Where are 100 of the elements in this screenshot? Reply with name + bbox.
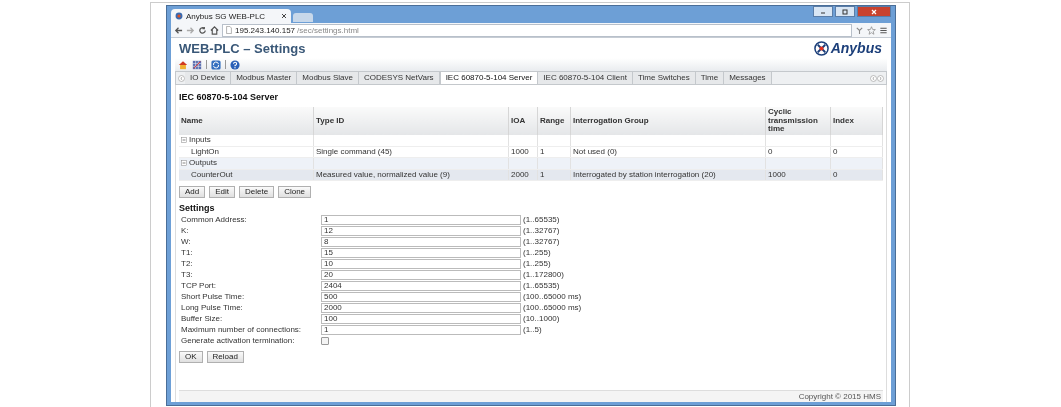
browser-tab[interactable]: Anybus SG WEB-PLC: [171, 9, 291, 23]
field-label: Short Pulse Time:: [180, 292, 246, 301]
grid-icon[interactable]: [192, 59, 202, 70]
copyright-text: Copyright © 2015 HMS: [798, 392, 881, 401]
field-label: TCP Port:: [180, 281, 217, 290]
tab[interactable]: IEC 60870-5-104 Server: [439, 72, 539, 84]
range-hint: (10..1000): [523, 314, 560, 323]
input-field[interactable]: 8: [321, 236, 521, 247]
toggle-icon[interactable]: [181, 159, 187, 166]
tab[interactable]: IO Device: [185, 72, 232, 84]
action-button[interactable]: Delete: [239, 185, 275, 198]
table-cell: 1000: [765, 169, 831, 180]
range-hint: (1..32767): [523, 237, 560, 246]
star-icon[interactable]: [867, 25, 876, 35]
input-field[interactable]: 12: [321, 225, 521, 236]
reload-icon[interactable]: [198, 25, 207, 35]
action-button[interactable]: Edit: [209, 185, 236, 198]
column-header: Type ID: [313, 107, 509, 135]
range-hint: (1..65535): [523, 215, 560, 224]
field-label: T3:: [180, 270, 194, 279]
close-button[interactable]: [857, 6, 891, 17]
table-cell: 2000: [508, 169, 538, 180]
extension-icon[interactable]: [855, 25, 864, 35]
back-icon[interactable]: [174, 25, 183, 35]
field-label: K:: [180, 226, 190, 235]
maximize-button[interactable]: [835, 6, 855, 17]
form-button[interactable]: Reload: [206, 350, 244, 363]
home-icon[interactable]: [178, 59, 188, 70]
table-cell: Single command (45): [313, 146, 509, 157]
range-hint: (1..5): [523, 325, 542, 334]
table-cell: Not used (0): [570, 146, 766, 157]
scroll-left-icon[interactable]: [870, 74, 877, 82]
tab[interactable]: Modbus Slave: [297, 72, 359, 84]
range-hint: (100..65000 ms): [523, 303, 582, 312]
table-cell[interactable]: LightOn: [179, 146, 314, 157]
table-cell: Measured value, normalized value (9): [313, 169, 509, 180]
table-cell: 0: [830, 146, 883, 157]
column-header: Cyclic transmission time: [765, 107, 831, 135]
minimize-button[interactable]: [813, 6, 833, 17]
table-cell[interactable]: Inputs: [179, 134, 314, 146]
table-cell: 1: [537, 169, 571, 180]
maximize-icon: [842, 8, 848, 15]
tab[interactable]: IEC 60870-5-104 Client: [538, 72, 633, 84]
tab[interactable]: Time: [695, 72, 725, 84]
table-cell[interactable]: CounterOut: [179, 169, 314, 180]
field-label: T1:: [180, 248, 194, 257]
input-field[interactable]: 2404: [321, 280, 521, 291]
logo-text: Anybus: [830, 40, 882, 56]
settings-title: Settings: [179, 202, 216, 213]
input-field[interactable]: 20: [321, 269, 521, 280]
input-field[interactable]: 10: [321, 258, 521, 269]
column-header: Index: [830, 107, 883, 135]
table-cell: Interrogated by station interrogation (20): [570, 169, 766, 180]
close-icon[interactable]: [281, 13, 287, 19]
section-title: IEC 60870-5-104 Server: [179, 92, 280, 102]
address-bar[interactable]: 195.243.140.157 /sec/settings.html: [222, 23, 852, 37]
input-field[interactable]: 100: [321, 313, 521, 324]
globe-icon: [175, 12, 183, 20]
field-label: Generate activation termination:: [180, 336, 296, 345]
range-hint: (1..172800): [523, 270, 564, 279]
table-cell: 0: [830, 169, 883, 180]
field-label: Buffer Size:: [180, 314, 224, 323]
page-title: WEB-PLC – Settings: [179, 40, 306, 56]
action-button[interactable]: Add: [179, 185, 206, 198]
checkbox[interactable]: [321, 336, 329, 345]
input-field[interactable]: 500: [321, 291, 521, 302]
column-header: IOA: [508, 107, 538, 135]
table-cell: 0: [765, 146, 831, 157]
form-button[interactable]: OK: [179, 350, 203, 363]
range-hint: (1..255): [523, 259, 551, 268]
table-cell: 1000: [508, 146, 538, 157]
input-field[interactable]: 2000: [321, 302, 521, 313]
field-label: T2:: [180, 259, 194, 268]
tab[interactable]: Time Switches: [632, 72, 696, 84]
menu-icon[interactable]: [879, 25, 888, 35]
scroll-right-icon[interactable]: [877, 74, 884, 82]
range-hint: (1..32767): [523, 226, 560, 235]
input-field[interactable]: 1: [321, 214, 521, 225]
toggle-icon[interactable]: [181, 136, 187, 143]
tab[interactable]: CODESYS NetVars: [358, 72, 440, 84]
home-icon[interactable]: [210, 25, 219, 35]
tab-title: Anybus SG WEB-PLC: [186, 11, 267, 21]
column-header: Interrogation Group: [570, 107, 766, 135]
input-field[interactable]: 15: [321, 247, 521, 258]
tab[interactable]: Modbus Master: [231, 72, 298, 84]
field-label: Maximum number of connections:: [180, 325, 303, 334]
refresh-icon[interactable]: [211, 59, 221, 70]
page-icon: [225, 26, 233, 34]
column-header: Name: [179, 107, 314, 135]
action-button[interactable]: Clone: [278, 185, 312, 198]
table-cell[interactable]: Outputs: [179, 157, 314, 169]
table-cell: 1: [537, 146, 571, 157]
scroll-left-icon[interactable]: [178, 74, 185, 82]
input-field[interactable]: 1: [321, 324, 521, 335]
field-label: Long Pulse Time:: [180, 303, 244, 312]
field-label: W:: [180, 237, 192, 246]
close-icon: [871, 8, 877, 15]
tab[interactable]: Messages: [724, 72, 772, 84]
range-hint: (100..65000 ms): [523, 292, 582, 301]
help-icon[interactable]: [230, 59, 240, 70]
